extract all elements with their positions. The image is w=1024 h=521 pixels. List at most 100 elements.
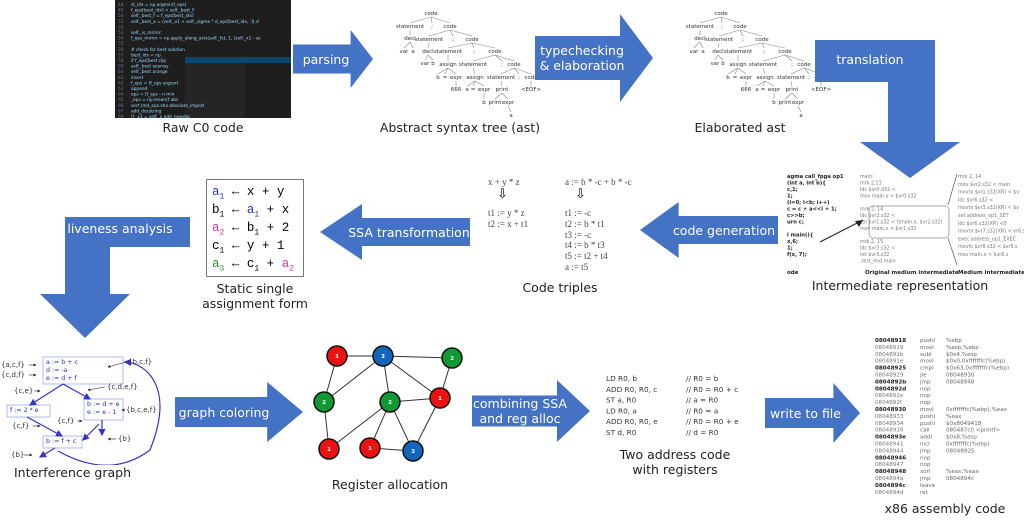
arrow-code-generation: code generation bbox=[640, 202, 778, 258]
asm-address: 0804894c bbox=[875, 483, 906, 489]
register-number: 1 bbox=[327, 447, 331, 453]
ir-medium-line: ldc $vr6.s32(XR) <0 bbox=[958, 221, 1007, 227]
triples-right-expr: a := b * -c + b * -c bbox=[565, 177, 632, 187]
register-number: 1 bbox=[335, 354, 339, 360]
ssa-row: b1 ← a1 + x bbox=[212, 201, 298, 219]
caption-two-address: Two address code with registers bbox=[619, 447, 731, 477]
comment: // R0 = b bbox=[686, 374, 719, 383]
ast-node: assign bbox=[729, 62, 747, 68]
ssa-token: 2 bbox=[281, 221, 290, 235]
ssa-token: a2 bbox=[281, 257, 295, 274]
ir-source-line: (i=0; i<b; i++) bbox=[787, 200, 830, 206]
ast-node: <EOF> bbox=[521, 87, 542, 93]
asm-mnemonic: xorl bbox=[920, 469, 931, 475]
ir-original-line: mrk 2, 15 bbox=[860, 239, 883, 245]
asm-mnemonic: movl bbox=[920, 359, 934, 365]
ir-medium-line: movtx $vr3.s32(XR) < $v bbox=[958, 205, 1019, 211]
comment: // R0 = R0 + e bbox=[686, 417, 739, 426]
asm-mnemonic: cmpl bbox=[920, 366, 934, 372]
ssa-row: a3 ← c1 + a2 bbox=[212, 255, 298, 273]
ast-node: = bbox=[733, 75, 738, 81]
ir-original-line: main: bbox=[860, 174, 874, 180]
live-set: {c,d,f} bbox=[1, 371, 25, 379]
ir-medium-line: ldc $vr6.s32 < bbox=[958, 197, 993, 203]
ssa-var: a2 bbox=[212, 221, 225, 238]
ir-source-line: f(x, 7); bbox=[787, 252, 807, 258]
ast-node: code bbox=[488, 49, 502, 55]
asm-mnemonic: movl bbox=[920, 407, 934, 413]
asm-mnemonic: nop bbox=[920, 400, 931, 406]
ast-node: code bbox=[778, 49, 792, 55]
ssa-token: + bbox=[259, 221, 282, 235]
ast-node: 666 bbox=[451, 87, 462, 93]
live-set: {b,c,e,f} bbox=[126, 406, 157, 414]
live-set: {c,e} bbox=[14, 387, 33, 395]
asm-operands: $0x4,%esp bbox=[946, 352, 977, 358]
asm-operands: %ebp bbox=[946, 338, 962, 344]
caption-elaborated-ast: Elaborated ast bbox=[694, 120, 786, 135]
ast-node: code bbox=[443, 24, 457, 30]
asm-address: 08048946 bbox=[875, 455, 906, 461]
ast-node: a bbox=[701, 49, 704, 55]
statement: f := 2 * e bbox=[10, 407, 39, 414]
asm-mnemonic: nop bbox=[920, 455, 931, 461]
ast-node: expr bbox=[768, 87, 781, 93]
assign-arrow-icon: ← bbox=[224, 257, 247, 271]
ssa-var: a3 bbox=[212, 257, 225, 274]
arrow-label: liveness analysis bbox=[67, 221, 173, 236]
ast-node: assign bbox=[439, 62, 457, 68]
ir-source-line: c = c + a<<i + 1; bbox=[787, 207, 837, 213]
assign-arrow-icon: ← bbox=[224, 239, 247, 253]
ast-node: ; bbox=[473, 49, 475, 55]
ssa-token: a1 bbox=[246, 203, 260, 220]
comment: // R0 = R0 + c bbox=[686, 385, 738, 394]
ir-original-line: .test_end main bbox=[860, 259, 896, 265]
caption-register-allocation: Register allocation bbox=[331, 477, 449, 492]
arrow-ssa-transformation: SSA transformation bbox=[320, 204, 470, 260]
ir-source-line: c>>b; bbox=[787, 213, 805, 219]
asm-mnemonic: ret bbox=[920, 490, 929, 496]
statement: a := b + c bbox=[46, 359, 79, 366]
ssa-box: a1 ← x + y b1 ← a1 + x a2 ← b1 + 2 c1 ← y +… bbox=[206, 179, 304, 277]
asm-mnemonic: pushl bbox=[920, 338, 936, 344]
asm-operands: $0x8,%esp bbox=[946, 435, 977, 441]
ir-source-line: c,1; bbox=[787, 187, 798, 193]
asm-address: 08048947 bbox=[875, 462, 904, 468]
ir-medium-line: mov main.x < $vr8.s bbox=[958, 252, 1009, 258]
ir-source-line: 1; bbox=[787, 246, 793, 252]
ssa-token: b1 bbox=[246, 221, 260, 238]
asm-mnemonic: leave bbox=[920, 483, 936, 489]
instruction: LD R0, b bbox=[606, 374, 637, 383]
asm-address: 08048939 bbox=[875, 428, 904, 434]
asm-address: 0804894a bbox=[875, 476, 903, 482]
arrow-label: graph coloring bbox=[178, 404, 270, 420]
ir-medium-line: movfx $vr8.s32 < $vr5.s bbox=[958, 244, 1018, 250]
ssa-row: a2 ← b1 + 2 bbox=[212, 219, 298, 237]
asm-operands: %eax,%eax bbox=[946, 469, 979, 475]
ast-node: statement bbox=[434, 49, 463, 55]
ast-node: b bbox=[721, 61, 725, 67]
ssa-row: a1 ← x + y bbox=[212, 183, 298, 201]
asm-address: 08048919 bbox=[875, 345, 904, 351]
ast-node: statement bbox=[724, 49, 753, 55]
ast-node: ; bbox=[431, 24, 433, 30]
instruction: ADD R0, R0, c bbox=[606, 385, 657, 394]
asm-operands: $0x8049418 bbox=[946, 421, 982, 427]
register-number: 2 bbox=[450, 356, 454, 362]
asm-address: 0804892d bbox=[875, 386, 906, 392]
caption-code-triples: Code triples bbox=[522, 280, 598, 295]
ast-node: var bbox=[400, 49, 410, 55]
statement: b := f + c bbox=[46, 438, 77, 445]
asm-address: 0804893e bbox=[875, 435, 906, 441]
ir-medium-line: mrk 2, 14 bbox=[958, 174, 981, 180]
ir-original-line: ldc $vr3.s32 < bbox=[860, 246, 895, 252]
ir-original-line: ldc $vr2.s32 < bbox=[860, 213, 895, 219]
ast-node: expr bbox=[740, 75, 753, 81]
live-set: {c,d,e,f} bbox=[107, 383, 138, 391]
ast-node: print bbox=[786, 87, 800, 93]
asm-address: 08048918 bbox=[875, 338, 906, 344]
register-number: 2 bbox=[322, 400, 326, 406]
ssa-row: c1 ← y + 1 bbox=[212, 237, 298, 255]
ssa-token: 1 bbox=[276, 239, 285, 253]
ast-node: decl bbox=[422, 49, 434, 55]
